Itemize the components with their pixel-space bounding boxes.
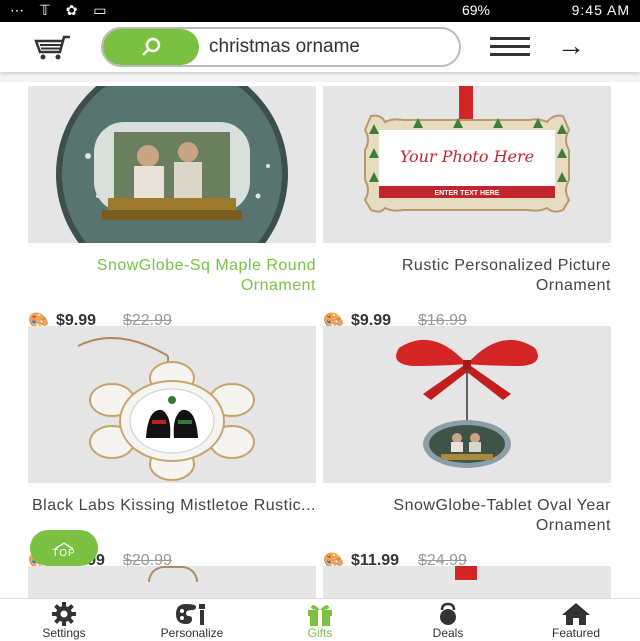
menu-icon[interactable] [490, 37, 530, 57]
nav-item-personalize[interactable]: Personalize [128, 599, 256, 641]
nav-item-settings[interactable]: Settings [0, 599, 128, 641]
product-image[interactable] [323, 326, 611, 483]
status-time: 9:45 AM [571, 2, 630, 18]
product-image[interactable] [28, 326, 316, 483]
search-bar [101, 27, 467, 67]
search-button[interactable] [103, 29, 199, 65]
home-icon [562, 603, 590, 625]
search-input[interactable] [201, 29, 467, 65]
product-grid: Your Photo Here ENTER TEXT HERE Rustic P… [0, 72, 640, 602]
product-title[interactable]: SnowGlobe-Tablet Oval Year Ornament [323, 496, 611, 536]
nav-item-gifts[interactable]: Gifts [256, 599, 384, 641]
gift-icon [308, 605, 332, 626]
product-image[interactable] [28, 86, 316, 243]
product-title[interactable]: Rustic Personalized Picture Ornament [323, 256, 611, 296]
ornament-heading: Your Photo Here [400, 147, 534, 166]
back-arrow-icon[interactable]: → [556, 32, 586, 62]
status-icons: ⋯ 𝕋 ✿ ▭ [10, 2, 113, 18]
product-card-partial[interactable] [323, 566, 611, 602]
product-title[interactable]: Black Labs Kissing Mistletoe Rustic... [28, 496, 316, 516]
bottom-nav: Featured Deals Gifts Personalize Setting… [0, 598, 640, 641]
ornament-banner: ENTER TEXT HERE [435, 190, 500, 197]
deals-bag-icon [440, 602, 456, 625]
search-icon [142, 37, 161, 56]
cart-icon[interactable] [32, 34, 72, 67]
product-card-partial[interactable] [28, 566, 316, 602]
product-title[interactable]: SnowGlobe-Sq Maple Round Ornament [28, 256, 316, 296]
product-image[interactable]: Your Photo Here ENTER TEXT HERE [323, 86, 611, 243]
gear-icon [52, 602, 76, 626]
palette-icon [176, 604, 205, 625]
status-bar: ⋯ 𝕋 ✿ ▭ 69% 9:45 AM [0, 0, 640, 22]
battery-level: 69% [461, 2, 490, 18]
nav-item-deals[interactable]: Deals [384, 599, 512, 641]
divider [0, 72, 640, 82]
scroll-top-button[interactable]: ︿ TOP [30, 530, 98, 566]
top-bar: → [0, 22, 640, 72]
nav-item-featured[interactable]: Featured [512, 599, 640, 641]
